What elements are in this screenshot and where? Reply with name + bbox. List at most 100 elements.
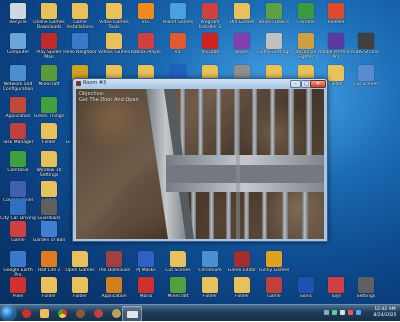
desktop-icon[interactable]: Game Settings [257,33,291,63]
desktop-icon[interactable]: YouTube [194,33,226,63]
tray-app-icon[interactable] [356,310,361,315]
app-icon [10,123,26,139]
desktop-icon[interactable]: Window 10 Settings [33,151,65,181]
desktop-icon[interactable]: Cut Scenes [350,65,382,95]
desktop-icon-label: Program Installer 2 [198,20,222,30]
close-button[interactable]: ✕ [310,80,326,88]
desktop-icon[interactable]: Mario [130,277,162,304]
flag-icon[interactable] [348,310,353,315]
desktop-icon[interactable]: Folder [226,277,258,304]
prison-bars-scene [76,89,324,239]
desktop-icon-label: Folder [203,294,217,299]
desktop-icon[interactable]: Sonic [290,277,322,304]
app-icon [202,3,218,19]
desktop-icon-label: Open Games [65,268,95,273]
desktop-icon-label: Hello Neighbor [63,50,97,55]
taskbar-explorer-icon[interactable] [36,306,52,320]
app-icon [328,33,344,49]
app-icon [41,199,57,215]
app-icon [170,277,186,293]
desktop-icon-label: Application [101,294,127,299]
window-titlebar[interactable]: Room #3 – □ ✕ [73,79,327,88]
desktop-icon[interactable]: Computer [2,33,34,63]
desktop-icon[interactable]: Minecraft [162,277,194,304]
folder-icon [41,3,57,19]
desktop-icon[interactable]: Baldi's Basics [258,3,290,33]
desktop-icon[interactable]: Camtasia [2,151,34,181]
minimize-button[interactable]: – [290,80,301,88]
app-icon [10,181,26,197]
start-button[interactable] [1,306,15,320]
folder-icon [72,3,88,19]
desktop-icon[interactable]: Boxes [226,33,258,63]
desktop-icon[interactable]: Application [98,277,130,304]
desktop-icon[interactable]: Hello Neighbor [63,33,97,63]
desktop-icon-label: Old Games [229,20,255,25]
desktop-icon[interactable]: Video Games Tools [98,3,130,33]
folder-icon [170,251,186,267]
desktop-icon[interactable]: Settings [350,277,382,304]
desktop-icon[interactable]: Toys [320,277,352,304]
desktop-icon[interactable]: Minecraft [33,65,65,95]
app-icon [10,221,26,237]
desktop-icon[interactable]: Folder [64,277,96,304]
desktop-icon[interactable]: Game [2,221,34,251]
desktop-icon[interactable]: Game [258,277,290,304]
clock[interactable]: 12:42 AM 8/24/2025 [372,307,398,318]
desktop-icon[interactable]: Game Installations [64,3,96,33]
desktop-icon[interactable]: Old Games [226,3,258,33]
desktop-icon[interactable]: OBS Studio [350,33,382,63]
folder-icon [234,3,250,19]
taskbar-chrome-icon[interactable] [54,306,70,320]
cone-icon [138,3,154,19]
app-icon [234,251,250,267]
game-window[interactable]: Room #3 – □ ✕ Objective: Get The Door An… [72,78,328,242]
app-icon [76,81,81,86]
app-icon [41,251,57,267]
app-icon [41,97,57,113]
game-viewport[interactable]: Objective: Get The Door And Open [76,89,324,239]
desktop-icon[interactable]: Roblox Player [130,33,162,63]
taskbar-game-icon[interactable] [72,306,88,320]
desktop-icon-label: RoVelle [327,20,345,25]
app-icon [266,251,282,267]
volume-icon[interactable] [340,310,345,315]
desktop-icon-label: Minecraft [167,294,189,299]
app-icon [41,65,57,81]
desktop-icon[interactable]: Vlc [162,33,194,63]
desktop-icon[interactable]: Videos Games [98,33,130,63]
app-icon [170,33,186,49]
app-icon [298,33,314,49]
taskbar-media-icon[interactable] [18,306,34,320]
desktop-icon-label: YouTube [200,50,220,55]
desktop-icon[interactable]: Online Games Downloads [33,3,65,33]
desktop-icon[interactable]: Chrome [290,3,322,33]
clock-date: 8/24/2025 [373,312,397,318]
desktop-icon[interactable]: VLC [130,3,162,33]
app-icon [170,3,186,19]
folder-icon [41,151,57,167]
desktop-icon[interactable]: Task Manager [2,123,34,153]
desktop-icon[interactable]: Pixel [2,277,34,304]
app-icon [10,97,26,113]
network-icon[interactable] [332,310,337,315]
desktop-icon[interactable]: Adobe Premiere Pro [318,33,354,63]
taskbar-app-icon[interactable] [90,306,106,320]
desktop-icon[interactable]: Folder [194,277,226,304]
desktop-icon[interactable]: Network and Configuration [2,65,34,95]
desktop-icon-label: Mario [139,294,153,299]
tray-arrow-icon[interactable] [324,310,329,315]
desktop-icon[interactable]: Folder [33,277,65,304]
desktop-icon[interactable]: Folder [33,123,65,153]
app-icon [106,251,122,267]
desktop-icon-label: Game [267,294,281,299]
desktop-icon-label: Folder [235,294,249,299]
app-icon [358,65,374,81]
desktop-icon[interactable]: Island Games [162,3,194,33]
desktop-icon[interactable]: Recycle [2,3,34,33]
desktop-icon-label: Folder [73,294,87,299]
desktop-icon[interactable]: Play Spider Man [33,33,65,63]
desktop-icon[interactable]: RoVelle [320,3,352,33]
desktop-icon[interactable]: Program Installer 2 [194,3,226,33]
desktop-icon[interactable]: Garden of Ban [33,221,65,251]
